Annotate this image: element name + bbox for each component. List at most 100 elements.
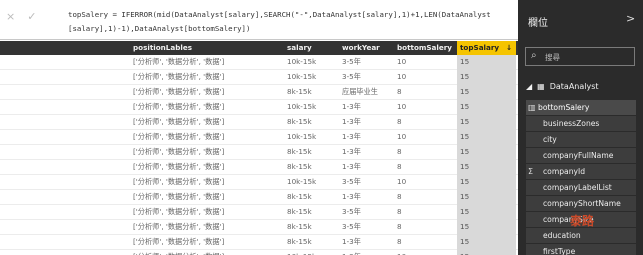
table-cell[interactable]: 8 xyxy=(394,85,456,100)
table-cell[interactable]: ['分析师', '数据分析', '数据'] xyxy=(130,130,278,145)
table-cell[interactable]: 10k-15k xyxy=(284,250,339,255)
table-cell[interactable]: 10 xyxy=(394,70,456,85)
table-row[interactable]: ['分析师', '数据分析', '数据'] 8k-15k 1-3年 8 15 xyxy=(0,235,518,250)
table-cell[interactable]: 1-3年 xyxy=(339,235,394,250)
table-row[interactable]: ['分析师', '数据分析', '数据'] 10k-15k1-3年1015 xyxy=(0,100,518,115)
column-header-topSalary[interactable]: topSalary ↓ xyxy=(457,41,516,55)
table-cell[interactable]: 1-3年 xyxy=(339,190,394,205)
table-cell[interactable]: 10 xyxy=(394,250,456,255)
column-header-salary[interactable]: salary xyxy=(284,41,339,55)
table-cell[interactable]: 8 xyxy=(394,190,456,205)
table-row[interactable]: ['分析师', '数据分析', '数据'] 10k-15k 3-5年 10 15 xyxy=(0,55,518,70)
table-cell[interactable]: ['分析师', '数据分析', '数据'] xyxy=(130,100,278,115)
table-cell[interactable]: 8 xyxy=(394,160,456,175)
table-cell[interactable]: 15 xyxy=(457,205,516,220)
table-cell[interactable]: 应届毕业生 xyxy=(339,85,394,100)
table-cell[interactable]: 8k-15k xyxy=(284,85,339,100)
table-cell[interactable]: 10k-15k xyxy=(284,100,339,115)
table-row[interactable]: ['分析师', '数据分析', '数据'] 8k-15k 1-3年 8 15 xyxy=(0,115,518,130)
table-cell[interactable]: ['分析师', '数据分析', '数据'] xyxy=(130,220,278,235)
table-cell[interactable]: 15 xyxy=(457,220,516,235)
table-cell[interactable]: ['分析师', '数据分析', '数据'] xyxy=(130,160,278,175)
table-cell[interactable]: 8 xyxy=(394,145,456,160)
table-row[interactable]: ['分析师', '数据分析', '数据'] 8k-15k 1-3年 8 15 xyxy=(0,160,518,175)
table-row[interactable]: ['分析师', '数据分析', '数据'] 8k-15k 1-3年 8 15 xyxy=(0,145,518,160)
table-cell[interactable]: 10k-15k xyxy=(284,175,339,190)
table-cell[interactable]: 10 xyxy=(394,100,456,115)
table-cell[interactable]: 8k-15k xyxy=(284,190,339,205)
table-cell[interactable]: 15 xyxy=(457,250,516,255)
table-cell[interactable]: 8 xyxy=(394,220,456,235)
table-cell[interactable]: 1-3年 xyxy=(339,130,394,145)
table-cell[interactable]: 1-3年 xyxy=(339,250,394,255)
table-cell[interactable]: 15 xyxy=(457,145,516,160)
table-cell[interactable]: ['分析师', '数据分析', '数据'] xyxy=(130,85,278,100)
table-cell[interactable]: 8k-15k xyxy=(284,145,339,160)
table-cell[interactable]: 15 xyxy=(457,130,516,145)
table-cell[interactable]: ['分析师', '数据分析', '数据'] xyxy=(130,205,278,220)
table-cell[interactable]: 3-5年 xyxy=(339,205,394,220)
table-cell[interactable]: 15 xyxy=(457,235,516,250)
field-item[interactable]: city xyxy=(526,132,636,148)
table-cell[interactable]: 3-5年 xyxy=(339,175,394,190)
table-cell[interactable]: 1-3年 xyxy=(339,100,394,115)
table-cell[interactable]: ['分析师', '数据分析', '数据'] xyxy=(130,175,278,190)
table-cell[interactable]: 10 xyxy=(394,130,456,145)
table-cell[interactable]: 8k-15k xyxy=(284,220,339,235)
table-row[interactable]: ['分析师', '数据分析', '数据'] 8k-15k 1-3年 8 15 xyxy=(0,190,518,205)
field-item[interactable]: companyLabelList xyxy=(526,180,636,196)
table-cell[interactable]: ['分析师', '数据分析', '数据'] xyxy=(130,235,278,250)
table-node-dataanalyst[interactable]: ◢ ▦ DataAnalyst xyxy=(526,82,599,91)
table-cell[interactable]: 15 xyxy=(457,70,516,85)
table-cell[interactable]: 10k-15k xyxy=(284,130,339,145)
table-cell[interactable]: 15 xyxy=(457,175,516,190)
table-cell[interactable]: 1-3年 xyxy=(339,115,394,130)
field-item[interactable]: ▥ bottomSalery xyxy=(526,100,636,116)
table-row[interactable]: ['分析师', '数据分析', '数据'] 10k-15k1-3年1015 xyxy=(0,250,518,255)
table-cell[interactable]: 1-3年 xyxy=(339,145,394,160)
table-row[interactable]: ['分析师', '数据分析', '数据'] 10k-15k1-3年1015 xyxy=(0,130,518,145)
table-cell[interactable]: 3-5年 xyxy=(339,220,394,235)
table-row[interactable]: ['分析师', '数据分析', '数据'] 10k-15k 3-5年 10 15 xyxy=(0,70,518,85)
table-cell[interactable]: 8k-15k xyxy=(284,115,339,130)
table-cell[interactable]: 10k-15k xyxy=(284,70,339,85)
table-cell[interactable]: ['分析师', '数据分析', '数据'] xyxy=(130,55,278,70)
search-input[interactable]: ⌕ 搜尋 xyxy=(525,47,635,66)
table-cell[interactable]: 8k-15k xyxy=(284,205,339,220)
table-cell[interactable]: 10 xyxy=(394,55,456,70)
table-cell[interactable]: 3-5年 xyxy=(339,55,394,70)
table-cell[interactable]: ['分析师', '数据分析', '数据'] xyxy=(130,115,278,130)
table-cell[interactable]: 3-5年 xyxy=(339,70,394,85)
table-cell[interactable]: 8k-15k xyxy=(284,160,339,175)
table-cell[interactable]: 8 xyxy=(394,115,456,130)
collapse-icon[interactable]: > xyxy=(626,12,635,25)
field-item[interactable]: firstType xyxy=(526,244,636,255)
table-cell[interactable]: 10k-15k xyxy=(284,55,339,70)
table-cell[interactable]: 15 xyxy=(457,55,516,70)
table-row[interactable]: ['分析师', '数据分析', '数据'] 8k-15k 3-5年 8 15 xyxy=(0,220,518,235)
table-row[interactable]: ['分析师', '数据分析', '数据'] 10k-15k 3-5年 10 15 xyxy=(0,175,518,190)
table-cell[interactable]: 15 xyxy=(457,85,516,100)
field-item[interactable]: companyFullName xyxy=(526,148,636,164)
column-header-bottomSalery[interactable]: bottomSalery xyxy=(394,41,456,55)
table-cell[interactable]: 15 xyxy=(457,160,516,175)
column-header-workYear[interactable]: workYear xyxy=(339,41,394,55)
commit-icon[interactable]: ✓ xyxy=(27,10,36,26)
field-item[interactable]: companyShortName xyxy=(526,196,636,212)
field-item[interactable]: businessZones xyxy=(526,116,636,132)
table-cell[interactable]: 8 xyxy=(394,235,456,250)
table-row[interactable]: ['分析师', '数据分析', '数据'] 8k-15k 应届毕业生 8 15 xyxy=(0,85,518,100)
table-cell[interactable]: ['分析师', '数据分析', '数据'] xyxy=(130,70,278,85)
formula-input[interactable]: topSalery = IFERROR(mid(DataAnalyst[sala… xyxy=(68,8,516,36)
column-header-positionLables[interactable]: positionLables xyxy=(130,41,278,55)
table-cell[interactable]: 15 xyxy=(457,100,516,115)
table-cell[interactable]: 15 xyxy=(457,115,516,130)
table-cell[interactable]: 1-3年 xyxy=(339,160,394,175)
expand-arrow-icon[interactable]: ◢ xyxy=(526,82,532,91)
table-cell[interactable]: 8 xyxy=(394,205,456,220)
table-cell[interactable]: 10 xyxy=(394,175,456,190)
field-item[interactable]: ΣcompanyId xyxy=(526,164,636,180)
table-cell[interactable]: 8k-15k xyxy=(284,235,339,250)
cancel-icon[interactable]: × xyxy=(6,10,15,26)
table-cell[interactable]: ['分析师', '数据分析', '数据'] xyxy=(130,250,278,255)
